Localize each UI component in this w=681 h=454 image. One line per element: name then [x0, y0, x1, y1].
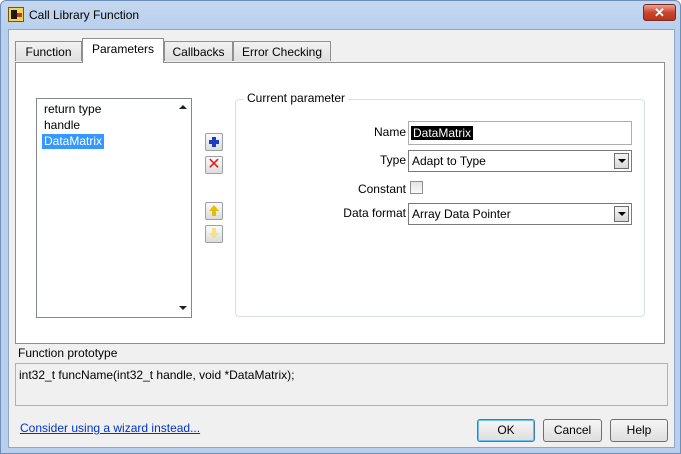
parameters-panel: return type handle DataMatrix ✕ Current … — [15, 62, 665, 344]
delete-parameter-button[interactable]: ✕ — [205, 154, 223, 174]
data-format-select[interactable]: Array Data Pointer — [408, 203, 632, 225]
dialog-window: Call Library Function ✕ Function Paramet… — [0, 0, 681, 454]
plus-icon — [209, 137, 219, 147]
tab-error-checking[interactable]: Error Checking — [233, 41, 331, 61]
current-parameter-group: Current parameter Name DataMatrix Type A… — [235, 91, 645, 317]
arrow-up-icon — [209, 205, 219, 217]
scroll-down-arrow-icon[interactable] — [179, 306, 187, 310]
function-prototype-text: int32_t funcName(int32_t handle, void *D… — [19, 368, 295, 382]
tab-callbacks[interactable]: Callbacks — [164, 41, 233, 61]
ok-button[interactable]: OK — [477, 419, 535, 442]
chevron-down-icon[interactable] — [614, 153, 629, 169]
type-select[interactable]: Adapt to Type — [408, 150, 632, 172]
wizard-link[interactable]: Consider using a wizard instead... — [20, 421, 200, 435]
arrow-down-icon — [209, 228, 219, 240]
name-value: DataMatrix — [411, 126, 474, 140]
type-label: Type — [379, 153, 406, 167]
move-up-button[interactable] — [205, 202, 223, 220]
tab-parameters[interactable]: Parameters — [82, 38, 164, 63]
constant-checkbox[interactable] — [410, 181, 423, 194]
type-value: Adapt to Type — [412, 154, 486, 168]
name-field[interactable]: DataMatrix — [408, 121, 632, 145]
move-down-button[interactable] — [205, 225, 223, 243]
labview-app-icon — [8, 7, 24, 22]
add-parameter-button[interactable] — [205, 133, 223, 151]
window-title: Call Library Function — [29, 8, 140, 22]
help-button[interactable]: Help — [610, 419, 668, 442]
list-item[interactable]: return type — [42, 102, 103, 117]
constant-label: Constant — [357, 182, 406, 196]
delete-x-icon: ✕ — [207, 154, 221, 173]
dialog-client-area: Function Parameters Callbacks Error Chec… — [8, 29, 675, 448]
function-prototype-box: int32_t funcName(int32_t handle, void *D… — [15, 363, 668, 406]
data-format-label: Data format — [343, 206, 406, 220]
list-item-selected[interactable]: DataMatrix — [42, 134, 105, 149]
list-item[interactable]: handle — [42, 118, 82, 133]
data-format-value: Array Data Pointer — [412, 207, 511, 221]
list-scrollbar[interactable] — [175, 99, 191, 317]
title-bar[interactable]: Call Library Function ✕ — [1, 1, 680, 29]
parameter-list[interactable]: return type handle DataMatrix — [36, 98, 192, 318]
chevron-down-icon[interactable] — [614, 206, 629, 222]
group-title: Current parameter — [244, 91, 349, 105]
cancel-button[interactable]: Cancel — [543, 419, 602, 442]
close-button[interactable]: ✕ — [643, 4, 676, 21]
name-label: Name — [373, 125, 406, 139]
function-prototype-label: Function prototype — [18, 346, 118, 360]
scroll-up-arrow-icon[interactable] — [179, 105, 187, 109]
tab-function[interactable]: Function — [15, 41, 82, 61]
